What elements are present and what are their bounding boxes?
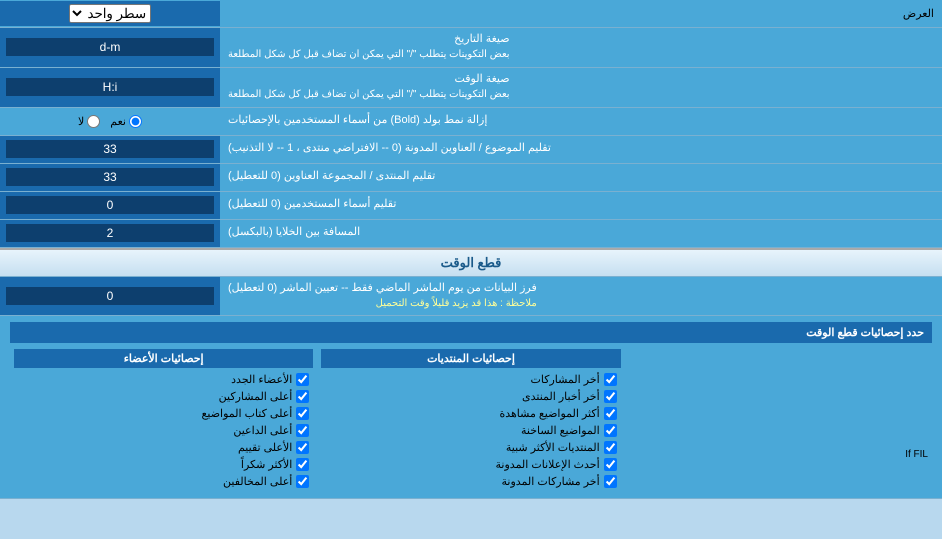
list-item: الأعضاء الجدد (14, 371, 313, 388)
empty-col: If FIL (625, 347, 932, 492)
list-item: المنتديات الأكثر شبية (321, 439, 620, 456)
list-item: أعلى المخالفين (14, 473, 313, 490)
cutoff-row: فرز البيانات من يوم الماشر الماضي فقط --… (0, 277, 942, 317)
checkboxes-grid: If FIL إحصائيات المنتديات أخر المشاركات … (10, 347, 932, 492)
member-stats-col: إحصائيات الأعضاء الأعضاء الجدد أعلى المش… (10, 347, 317, 492)
trim-forum-row: تقليم المنتدى / المجموعة العناوين (0 للت… (0, 164, 942, 192)
list-item: أحدث الإعلانات المدونة (321, 456, 620, 473)
cutoff-input-cell (0, 277, 220, 316)
time-format-input-cell (0, 68, 220, 107)
checkbox-new-members[interactable] (296, 373, 309, 386)
time-format-row: صيغة الوقتبعض التكوينات يتطلب "/" التي ي… (0, 68, 942, 108)
forum-stats-header: إحصائيات المنتديات (321, 349, 620, 368)
checkbox-top-inviters[interactable] (296, 424, 309, 437)
radio-yes-label[interactable]: نعم (110, 115, 142, 128)
main-container: العرض سطر واحد سطرين ثلاثة أسطر صيغة الت… (0, 0, 942, 539)
checkbox-hot-topics[interactable] (604, 424, 617, 437)
most-thanked-label: الأكثر شكراً (241, 458, 292, 471)
trim-subject-label: تقليم الموضوع / العناوين المدونة (0 -- ا… (220, 136, 942, 163)
radio-no-label[interactable]: لا (78, 115, 100, 128)
trim-usernames-label: تقليم أسماء المستخدمين (0 للتعطيل) (220, 192, 942, 219)
trim-subject-input-cell (0, 136, 220, 163)
checkbox-top-rated[interactable] (296, 441, 309, 454)
trim-usernames-input[interactable] (6, 196, 214, 214)
checkboxes-section: حدد إحصائيات قطع الوقت If FIL إحصائيات ا… (0, 316, 942, 499)
time-format-input[interactable] (6, 78, 214, 96)
checkbox-last-posts[interactable] (604, 373, 617, 386)
last-posts-label: أخر المشاركات (531, 373, 600, 386)
bold-remove-row: إزالة نمط بولد (Bold) من أسماء المستخدمي… (0, 108, 942, 136)
checkbox-last-news[interactable] (604, 390, 617, 403)
checkbox-most-viewed[interactable] (604, 407, 617, 420)
trim-usernames-row: تقليم أسماء المستخدمين (0 للتعطيل) (0, 192, 942, 220)
date-format-input-cell (0, 28, 220, 67)
cell-spacing-label: المسافة بين الخلايا (بالبكسل) (220, 220, 942, 247)
list-item: أخر أخبار المنتدى (321, 388, 620, 405)
trim-forum-label: تقليم المنتدى / المجموعة العناوين (0 للت… (220, 164, 942, 191)
cell-spacing-input[interactable] (6, 224, 214, 242)
trim-forum-input[interactable] (6, 168, 214, 186)
checkbox-top-posters[interactable] (296, 390, 309, 403)
top-topic-authors-label: أعلى كتاب المواضيع (202, 407, 293, 420)
hot-topics-label: المواضيع الساخنة (521, 424, 600, 437)
display-dropdown[interactable]: سطر واحد سطرين ثلاثة أسطر (69, 4, 151, 23)
date-format-row: صيغة التاريخبعض التكوينات يتطلب "/" التي… (0, 28, 942, 68)
display-input-cell: سطر واحد سطرين ثلاثة أسطر (0, 1, 220, 26)
bold-remove-label: إزالة نمط بولد (Bold) من أسماء المستخدمي… (220, 108, 942, 135)
list-item: أخر المشاركات (321, 371, 620, 388)
empty-col-label: If FIL (629, 449, 928, 460)
cell-spacing-row: المسافة بين الخلايا (بالبكسل) (0, 220, 942, 248)
checkbox-top-topic-authors[interactable] (296, 407, 309, 420)
list-item: أعلى كتاب المواضيع (14, 405, 313, 422)
trim-subject-row: تقليم الموضوع / العناوين المدونة (0 -- ا… (0, 136, 942, 164)
display-label: العرض (220, 3, 942, 24)
checkbox-top-violators[interactable] (296, 475, 309, 488)
checkbox-blog-posts[interactable] (604, 475, 617, 488)
most-viewed-label: أكثر المواضيع مشاهدة (499, 407, 599, 420)
checkboxes-header: حدد إحصائيات قطع الوقت (10, 322, 932, 343)
checkbox-announcements[interactable] (604, 458, 617, 471)
list-item: المواضيع الساخنة (321, 422, 620, 439)
announcements-label: أحدث الإعلانات المدونة (496, 458, 600, 471)
list-item: أخر مشاركات المدونة (321, 473, 620, 490)
new-members-label: الأعضاء الجدد (231, 373, 292, 386)
most-similar-label: المنتديات الأكثر شبية (506, 441, 600, 454)
bold-remove-radio-cell: نعم لا (0, 108, 220, 135)
radio-yes[interactable] (129, 115, 142, 128)
checkbox-most-similar[interactable] (604, 441, 617, 454)
trim-subject-input[interactable] (6, 140, 214, 158)
forum-stats-col: إحصائيات المنتديات أخر المشاركات أخر أخب… (317, 347, 624, 492)
display-row: العرض سطر واحد سطرين ثلاثة أسطر (0, 0, 942, 28)
top-inviters-label: أعلى الداعين (233, 424, 292, 437)
blog-posts-label: أخر مشاركات المدونة (502, 475, 600, 488)
date-format-label: صيغة التاريخبعض التكوينات يتطلب "/" التي… (220, 28, 942, 67)
last-news-label: أخر أخبار المنتدى (522, 390, 600, 403)
top-posters-label: أعلى المشاركين (219, 390, 293, 403)
list-item: أعلى المشاركين (14, 388, 313, 405)
list-item: الأكثر شكراً (14, 456, 313, 473)
trim-usernames-input-cell (0, 192, 220, 219)
cutoff-section-header: قطع الوقت (0, 248, 942, 277)
list-item: الأعلى تقييم (14, 439, 313, 456)
checkbox-most-thanked[interactable] (296, 458, 309, 471)
time-format-label: صيغة الوقتبعض التكوينات يتطلب "/" التي ي… (220, 68, 942, 107)
cutoff-label: فرز البيانات من يوم الماشر الماضي فقط --… (220, 277, 942, 316)
cutoff-input[interactable] (6, 287, 214, 305)
radio-no[interactable] (87, 115, 100, 128)
cell-spacing-input-cell (0, 220, 220, 247)
list-item: أكثر المواضيع مشاهدة (321, 405, 620, 422)
top-violators-label: أعلى المخالفين (223, 475, 292, 488)
member-stats-header: إحصائيات الأعضاء (14, 349, 313, 368)
date-format-input[interactable] (6, 38, 214, 56)
list-item: أعلى الداعين (14, 422, 313, 439)
trim-forum-input-cell (0, 164, 220, 191)
top-rated-label: الأعلى تقييم (238, 441, 292, 454)
